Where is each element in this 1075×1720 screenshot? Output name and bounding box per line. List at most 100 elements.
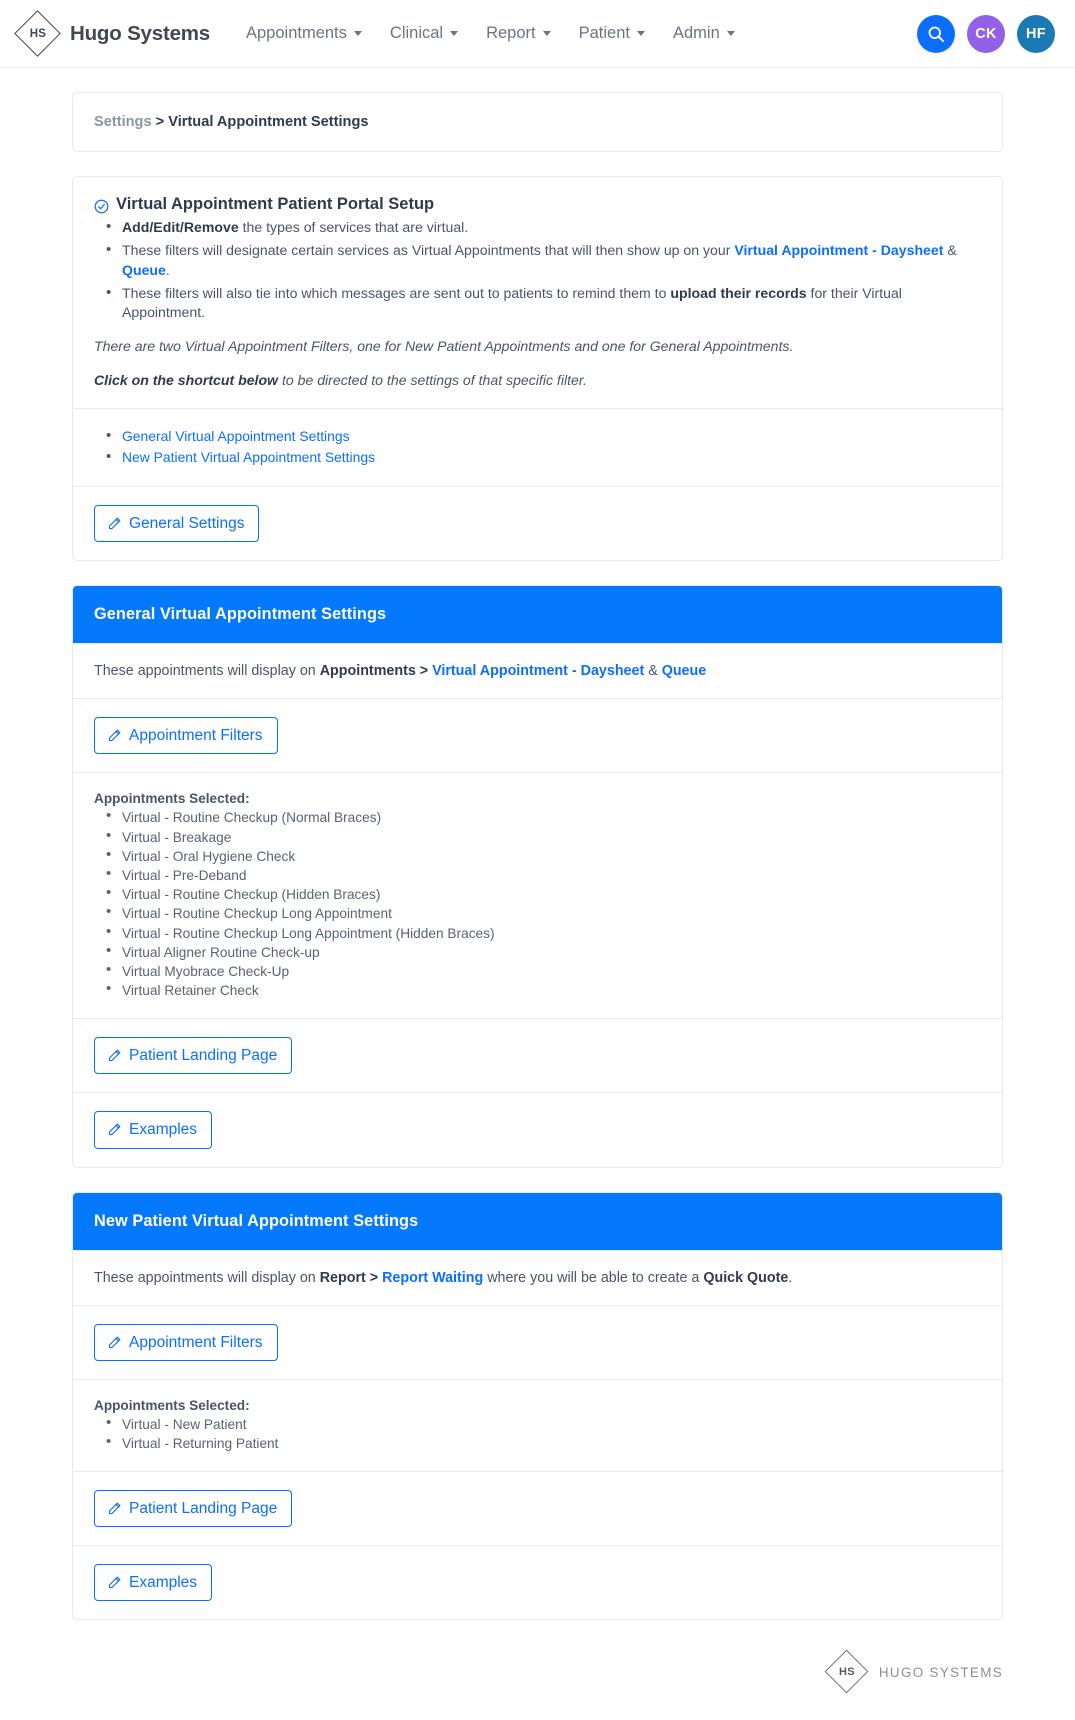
general-settings-button-label: General Settings bbox=[129, 515, 245, 533]
bullet-add-edit-remove: Add/Edit/Remove the types of services th… bbox=[94, 217, 981, 237]
bullet-3-strong: upload their records bbox=[670, 284, 807, 301]
general-examples-button[interactable]: Examples bbox=[94, 1111, 213, 1149]
shortcut-general-virtual-appointment-settings[interactable]: General Virtual Appointment Settings bbox=[122, 428, 350, 444]
general-settings-row: General Settings bbox=[73, 486, 1002, 560]
brand-logo[interactable]: HS Hugo Systems bbox=[14, 9, 210, 58]
nav-item-clinical-label: Clinical bbox=[389, 24, 444, 42]
page-content: Settings > Virtual Appointment Settings … bbox=[0, 68, 1075, 1621]
nav-item-patient[interactable]: Patient bbox=[565, 16, 659, 51]
check-circle-icon bbox=[94, 199, 109, 214]
general-virtual-appointment-settings-card: General Virtual Appointment Settings The… bbox=[72, 585, 1003, 1168]
chevron-down-icon bbox=[450, 31, 459, 36]
note-click-shortcut: Click on the shortcut below to be direct… bbox=[94, 370, 981, 390]
new-patient-appointments-selected-row: Appointments Selected: Virtual - New Pat… bbox=[73, 1378, 1002, 1471]
link-virtual-appointment-daysheet[interactable]: Virtual Appointment - Daysheet bbox=[432, 663, 644, 679]
top-navbar: HS Hugo Systems Appointments Clinical Re… bbox=[0, 0, 1075, 68]
new-patient-appointments-list: Virtual - New Patient Virtual - Returnin… bbox=[94, 1413, 981, 1453]
shortcut-links: General Virtual Appointment Settings New… bbox=[94, 426, 981, 467]
new-patient-section-description: These appointments will display on Repor… bbox=[73, 1249, 1002, 1305]
shortcuts-row: General Virtual Appointment Settings New… bbox=[73, 408, 1002, 486]
breadcrumb-current: Virtual Appointment Settings bbox=[168, 114, 369, 130]
bullet-2-pre: These filters will designate certain ser… bbox=[122, 242, 735, 259]
portal-setup-card: Virtual Appointment Patient Portal Setup… bbox=[72, 176, 1003, 562]
search-button[interactable] bbox=[917, 14, 955, 53]
footer-diamond-logo-icon: HS bbox=[823, 1648, 871, 1696]
footer-logo-initials: HS bbox=[838, 1666, 855, 1679]
pencil-icon bbox=[108, 1502, 121, 1515]
avatar-ck-initials: CK bbox=[975, 25, 997, 42]
new-patient-appointment-filters-button[interactable]: Appointment Filters bbox=[94, 1323, 278, 1361]
link-queue[interactable]: Queue bbox=[662, 663, 707, 679]
avatar-hf[interactable]: HF bbox=[1017, 14, 1055, 53]
general-desc-bold: Appointments > bbox=[319, 663, 433, 680]
general-patient-landing-page-label: Patient Landing Page bbox=[129, 1047, 278, 1065]
list-item: Virtual - Routine Checkup Long Appointme… bbox=[94, 922, 981, 943]
nav-item-report-label: Report bbox=[486, 24, 536, 42]
link-virtual-appointment-daysheet[interactable]: Virtual Appointment - Daysheet bbox=[734, 242, 943, 258]
general-appointments-selected-label: Appointments Selected: bbox=[94, 791, 250, 807]
pencil-icon bbox=[108, 729, 121, 742]
general-settings-button[interactable]: General Settings bbox=[94, 505, 260, 543]
new-patient-examples-row: Examples bbox=[73, 1545, 1002, 1619]
navbar-actions: CK HF bbox=[917, 14, 1055, 53]
list-item: Virtual Aligner Routine Check-up bbox=[94, 941, 981, 962]
new-patient-desc-bold: Report > bbox=[319, 1269, 383, 1286]
general-filters-row: Appointment Filters bbox=[73, 698, 1002, 772]
list-item: Virtual - Returning Patient bbox=[94, 1432, 981, 1453]
link-queue[interactable]: Queue bbox=[122, 262, 166, 278]
breadcrumb-separator: > bbox=[151, 114, 169, 130]
general-section-description: These appointments will display on Appoi… bbox=[73, 643, 1002, 698]
new-patient-desc-end: . bbox=[788, 1269, 793, 1286]
nav-item-appointments[interactable]: Appointments bbox=[232, 16, 376, 51]
general-section-header: General Virtual Appointment Settings bbox=[73, 586, 1002, 644]
bullet-designate-services: These filters will designate certain ser… bbox=[94, 240, 981, 280]
list-item: Virtual - Oral Hygiene Check bbox=[94, 845, 981, 866]
list-item: Virtual - Breakage bbox=[94, 826, 981, 847]
general-patient-landing-page-button[interactable]: Patient Landing Page bbox=[94, 1037, 293, 1075]
avatar-ck[interactable]: CK bbox=[967, 14, 1005, 53]
new-patient-filters-row: Appointment Filters bbox=[73, 1304, 1002, 1379]
general-appointment-filters-button[interactable]: Appointment Filters bbox=[94, 717, 278, 755]
nav-item-clinical[interactable]: Clinical bbox=[376, 16, 472, 51]
pencil-icon bbox=[108, 1336, 121, 1348]
avatar-hf-initials: HF bbox=[1026, 25, 1046, 42]
general-examples-row: Examples bbox=[73, 1092, 1002, 1166]
nav-item-patient-label: Patient bbox=[578, 24, 630, 42]
general-desc-pre: These appointments will display on bbox=[94, 663, 320, 680]
breadcrumb: Settings > Virtual Appointment Settings bbox=[73, 93, 1002, 151]
new-patient-examples-button[interactable]: Examples bbox=[94, 1564, 213, 1602]
list-item: Virtual - Routine Checkup Long Appointme… bbox=[94, 902, 981, 923]
new-patient-patient-landing-page-button[interactable]: Patient Landing Page bbox=[94, 1489, 293, 1528]
new-patient-desc-mid: where you will be able to create a bbox=[483, 1269, 704, 1286]
pencil-icon bbox=[108, 1576, 121, 1589]
note-2-strong: Click on the shortcut below bbox=[94, 372, 279, 389]
page-footer: HS HUGO SYSTEMS bbox=[0, 1644, 1075, 1710]
breadcrumb-parent[interactable]: Settings bbox=[94, 114, 152, 130]
general-appointments-list: Virtual - Routine Checkup (Normal Braces… bbox=[94, 806, 981, 1000]
new-patient-appointment-filters-label: Appointment Filters bbox=[129, 1333, 263, 1351]
chevron-down-icon bbox=[542, 31, 551, 36]
brand-name: Hugo Systems bbox=[70, 21, 210, 45]
bullet-1-rest: the types of services that are virtual. bbox=[238, 219, 469, 235]
list-item: Virtual Myobrace Check-Up bbox=[94, 960, 981, 981]
nav-item-appointments-label: Appointments bbox=[246, 24, 347, 42]
portal-setup-bullets: Add/Edit/Remove the types of services th… bbox=[94, 217, 981, 322]
link-report-waiting[interactable]: Report Waiting bbox=[382, 1270, 483, 1286]
new-patient-patient-landing-page-label: Patient Landing Page bbox=[129, 1499, 278, 1517]
list-item: New Patient Virtual Appointment Settings bbox=[94, 447, 981, 467]
bullet-2-end: . bbox=[165, 261, 170, 278]
nav-item-admin-label: Admin bbox=[673, 24, 720, 42]
chevron-down-icon bbox=[637, 31, 645, 36]
footer-brand-name: HUGO SYSTEMS bbox=[878, 1664, 1003, 1680]
portal-setup-title-row: Virtual Appointment Patient Portal Setup bbox=[94, 195, 981, 214]
list-item: Virtual - New Patient bbox=[94, 1413, 981, 1434]
nav-item-admin[interactable]: Admin bbox=[659, 16, 749, 51]
bullet-3-pre: These filters will also tie into which m… bbox=[122, 284, 671, 301]
general-appointment-filters-label: Appointment Filters bbox=[129, 727, 263, 745]
nav-item-report[interactable]: Report bbox=[472, 16, 565, 51]
new-patient-section-header: New Patient Virtual Appointment Settings bbox=[73, 1192, 1002, 1250]
shortcut-new-patient-virtual-appointment-settings[interactable]: New Patient Virtual Appointment Settings bbox=[122, 449, 375, 465]
general-examples-label: Examples bbox=[129, 1121, 198, 1139]
general-desc-amp: & bbox=[644, 663, 662, 680]
bullet-2-amp: & bbox=[943, 242, 957, 259]
